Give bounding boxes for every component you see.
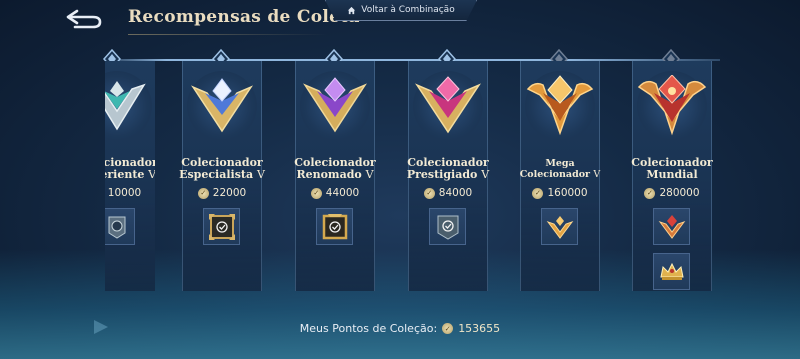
reward-slot[interactable] (105, 208, 135, 245)
gold-crown-icon (659, 262, 684, 280)
tier-name: Colecionador Mundial (631, 156, 713, 181)
gold-frame-check-icon (322, 213, 347, 239)
armor-frame-check-icon (437, 215, 458, 240)
tier-card-6[interactable]: Colecionador Mundial ✓ 280000 (631, 61, 713, 291)
collection-coin-icon: ✓ (442, 323, 454, 334)
collection-points-value: 153655 (458, 322, 501, 335)
tier-card-4[interactable]: Colecionador Prestigiado V ✓ 84000 (407, 61, 489, 291)
gold-wing-emblem-icon (546, 215, 573, 239)
tier-card-3[interactable]: Colecionador Renomado V ✓ 44000 (294, 61, 376, 291)
crimson-gold-emblem-icon (637, 75, 707, 136)
collection-coin-icon: ✓ (532, 187, 544, 199)
collection-points-footer: Meus Pontos de Coleção: ✓ 153655 (0, 322, 800, 335)
reward-slot[interactable] (203, 208, 240, 245)
tier-cost: ✓ 160000 (521, 187, 599, 199)
purple-emblem-icon (303, 77, 367, 133)
back-to-combination-tab[interactable]: Voltar à Combinação (325, 0, 477, 21)
back-arrow-icon (66, 9, 102, 29)
tier-card-1[interactable]: ColecionadorExperiente V ✓ 10000 (105, 61, 155, 291)
page-title: Recompensas de Coleta (128, 7, 360, 27)
back-button[interactable] (64, 6, 104, 32)
tier-card-5[interactable]: Mega Colecionador V ✓ 160000 (520, 61, 600, 291)
tier-name: Colecionador Renomado V (294, 156, 376, 181)
reward-slot[interactable] (653, 253, 690, 290)
title-underline (128, 34, 328, 35)
tier-cost: ✓ 280000 (633, 187, 711, 199)
blue-gold-emblem-icon (190, 78, 254, 133)
collection-coin-icon: ✓ (423, 187, 435, 199)
tier-cost: ✓ 10000 (105, 187, 155, 199)
crimson-emblem-icon (658, 214, 685, 239)
silver-teal-emblem-icon (105, 81, 146, 131)
collection-points-label: Meus Pontos de Coleção: (299, 322, 438, 335)
tier-cost: ✓ 44000 (296, 187, 374, 199)
tier-name: ColecionadorExperiente V (105, 156, 155, 181)
home-icon (348, 6, 356, 14)
tier-name: Colecionador Especialista V (179, 156, 265, 181)
gold-border-frame-check-icon (208, 213, 235, 240)
tier-cost: ✓ 22000 (183, 187, 261, 199)
tier-card-clip: ColecionadorExperiente V ✓ 10000 (105, 61, 155, 301)
tier-name: Colecionador Prestigiado V (406, 156, 490, 181)
reward-slot[interactable] (653, 208, 690, 245)
tier-cost: ✓ 84000 (409, 187, 487, 199)
tier-name: Mega Colecionador V (519, 158, 601, 180)
collection-coin-icon: ✓ (197, 187, 209, 199)
reward-slot[interactable] (429, 208, 466, 245)
collection-coin-icon: ✓ (644, 187, 656, 199)
tier-card-2[interactable]: Colecionador Especialista V ✓ 22000 (179, 61, 265, 291)
collection-coin-icon: ✓ (310, 187, 322, 199)
orange-gold-emblem-icon (526, 75, 594, 136)
combine-tab-label: Voltar à Combinação (361, 5, 455, 15)
magenta-emblem-icon (414, 76, 482, 134)
reward-slot[interactable] (541, 208, 578, 245)
reward-slot[interactable] (316, 208, 353, 245)
armor-frame-icon (108, 216, 125, 239)
